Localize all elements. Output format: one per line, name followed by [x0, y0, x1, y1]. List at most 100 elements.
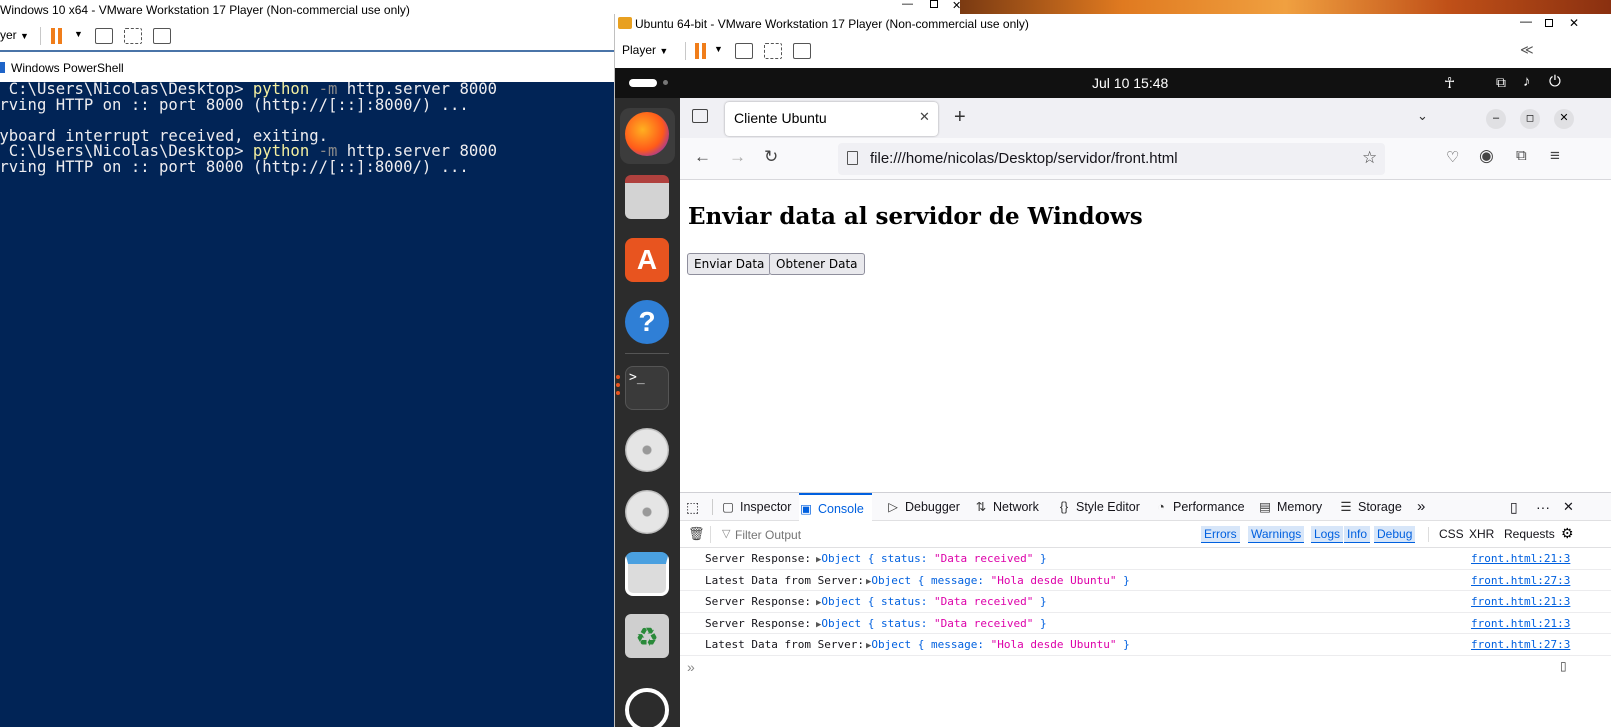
- app-center-icon[interactable]: A: [625, 238, 669, 282]
- disc-icon[interactable]: [625, 428, 669, 472]
- show-apps-icon[interactable]: [625, 688, 669, 727]
- console-line: erving HTTP on :: port 8000 (http://[::]…: [0, 158, 469, 176]
- left-window-controls: — ✕: [900, 0, 961, 14]
- console-input[interactable]: » ▯: [680, 655, 1611, 680]
- send-keys-icon[interactable]: [95, 28, 113, 44]
- console-message-row[interactable]: Server Response: ▶Object { status: "Data…: [680, 613, 1611, 635]
- source-link[interactable]: front.html:21:3: [1471, 548, 1570, 569]
- source-link[interactable]: front.html:21:3: [1471, 591, 1570, 612]
- pause-dropdown-icon[interactable]: ▼: [74, 29, 83, 39]
- pocket-icon[interactable]: ♡: [1446, 148, 1459, 166]
- network-icon[interactable]: ⧉: [1496, 74, 1506, 91]
- filter-css[interactable]: CSS: [1436, 526, 1467, 543]
- tab-style-editor[interactable]: {} Style Editor: [1057, 493, 1140, 521]
- floppy-icon[interactable]: [625, 552, 669, 596]
- menu-icon[interactable]: ≡: [1550, 146, 1560, 166]
- source-link[interactable]: front.html:27:3: [1471, 634, 1570, 655]
- console-message-row[interactable]: Server Response: ▶Object { status: "Data…: [680, 591, 1611, 613]
- files-icon[interactable]: [625, 175, 669, 219]
- account-icon[interactable]: ◉: [1479, 146, 1494, 166]
- storage-icon: ☰: [1340, 500, 1352, 514]
- tab-memory[interactable]: ▤ Memory: [1258, 493, 1322, 521]
- pause-icon[interactable]: [695, 43, 699, 59]
- filter-xhr[interactable]: XHR: [1466, 526, 1497, 543]
- disc-icon[interactable]: [625, 490, 669, 534]
- activities-icon[interactable]: [629, 79, 657, 87]
- terminal-icon[interactable]: >_: [625, 366, 669, 410]
- url-text: file:///home/nicolas/Desktop/servidor/fr…: [870, 150, 1178, 167]
- new-tab-icon[interactable]: +: [954, 106, 966, 129]
- trash-icon[interactable]: 🗑: [688, 526, 705, 542]
- url-bar[interactable]: file:///home/nicolas/Desktop/servidor/fr…: [838, 143, 1385, 175]
- unity-icon[interactable]: [153, 28, 171, 44]
- maximize-icon[interactable]: ◻: [1520, 109, 1540, 129]
- filter-warnings[interactable]: Warnings: [1248, 526, 1305, 543]
- fullscreen-icon[interactable]: [124, 28, 142, 44]
- forward-icon[interactable]: →: [729, 147, 746, 167]
- player-menu-label: Player: [622, 43, 657, 57]
- pause-dropdown-icon[interactable]: ▼: [714, 44, 723, 54]
- tab-performance[interactable]: ◔ Performance: [1154, 493, 1244, 521]
- filter-info[interactable]: Info: [1344, 526, 1371, 543]
- enviar-data-button[interactable]: Enviar Data: [687, 253, 772, 275]
- accessibility-icon[interactable]: ☥: [1444, 74, 1455, 92]
- send-keys-icon[interactable]: [735, 43, 753, 59]
- more-tabs-icon[interactable]: »: [1417, 493, 1425, 521]
- editor-mode-icon[interactable]: ▯: [1560, 659, 1567, 673]
- filter-requests[interactable]: Requests: [1501, 526, 1558, 543]
- reload-icon[interactable]: ↻: [764, 147, 778, 167]
- player-menu-label: yer: [0, 28, 17, 42]
- player-menu[interactable]: yer ▼: [0, 28, 29, 42]
- close-icon[interactable]: ✕: [1554, 109, 1574, 129]
- minimize-icon[interactable]: –: [1486, 109, 1506, 129]
- minimize-icon[interactable]: —: [1520, 14, 1532, 28]
- volume-icon[interactable]: ♪: [1523, 73, 1531, 90]
- tab-debugger[interactable]: ▷ Debugger: [886, 493, 960, 521]
- page-icon: [847, 151, 858, 165]
- maximize-icon[interactable]: [930, 0, 938, 8]
- player-menu[interactable]: Player ▼: [622, 43, 668, 57]
- console-message-row[interactable]: Server Response: ▶Object { status: "Data…: [680, 548, 1611, 570]
- fullscreen-icon[interactable]: [764, 43, 782, 59]
- collapse-toolbar-icon[interactable]: ≪: [1520, 42, 1534, 58]
- source-link[interactable]: front.html:27:3: [1471, 570, 1570, 591]
- tab-network[interactable]: ⇅ Network: [974, 493, 1039, 521]
- back-icon[interactable]: ←: [694, 147, 711, 167]
- maximize-icon[interactable]: [1545, 19, 1553, 27]
- left-window-title: Windows 10 x64 - VMware Workstation 17 P…: [0, 3, 410, 17]
- bookmark-star-icon[interactable]: ☆: [1362, 148, 1377, 168]
- more-options-icon[interactable]: ···: [1536, 493, 1550, 521]
- tab-storage[interactable]: ☰ Storage: [1339, 493, 1401, 521]
- source-link[interactable]: front.html:21:3: [1471, 613, 1570, 634]
- tab-inspector[interactable]: ▢ Inspector: [721, 493, 791, 521]
- trash-icon[interactable]: ♻: [625, 614, 669, 658]
- extensions-icon[interactable]: ⧉: [1516, 147, 1527, 164]
- close-tab-icon[interactable]: ✕: [919, 109, 930, 125]
- unity-icon[interactable]: [793, 43, 811, 59]
- help-icon[interactable]: ?: [625, 300, 669, 344]
- element-picker-icon[interactable]: ⬚: [686, 493, 699, 521]
- clock[interactable]: Jul 10 15:48: [1092, 75, 1168, 91]
- firefox-icon[interactable]: [625, 112, 669, 156]
- filter-output-input[interactable]: [735, 525, 1135, 544]
- powershell-titlebar: Windows PowerShell: [0, 54, 614, 82]
- obtener-data-button[interactable]: Obtener Data: [769, 253, 865, 275]
- responsive-mode-icon[interactable]: ▯: [1510, 493, 1518, 521]
- filter-errors[interactable]: Errors: [1201, 526, 1240, 543]
- power-icon[interactable]: ⏻: [1549, 73, 1561, 90]
- tab-console[interactable]: ▣ Console: [799, 493, 872, 521]
- close-devtools-icon[interactable]: ✕: [1563, 493, 1574, 521]
- powershell-console[interactable]: S C:\Users\Nicolas\Desktop> python -m ht…: [0, 82, 614, 727]
- left-titlebar: Windows 10 x64 - VMware Workstation 17 P…: [0, 0, 614, 20]
- tab-overview-icon[interactable]: [692, 109, 708, 123]
- console-message-row[interactable]: Latest Data from Server: ▶Object { messa…: [680, 634, 1611, 656]
- ubuntu-topbar: Jul 10 15:48 ☥ ⧉ ♪ ⏻: [615, 68, 1611, 98]
- minimize-icon[interactable]: —: [902, 0, 913, 10]
- console-message-row[interactable]: Latest Data from Server: ▶Object { messa…: [680, 570, 1611, 592]
- filter-logs[interactable]: Logs: [1311, 526, 1344, 543]
- settings-gear-icon[interactable]: ⚙: [1561, 525, 1574, 542]
- list-tabs-icon[interactable]: ⌄: [1417, 108, 1428, 124]
- filter-debug[interactable]: Debug: [1374, 526, 1416, 543]
- close-icon[interactable]: ✕: [1569, 16, 1579, 30]
- tab-cliente-ubuntu[interactable]: Cliente Ubuntu ✕: [725, 102, 938, 136]
